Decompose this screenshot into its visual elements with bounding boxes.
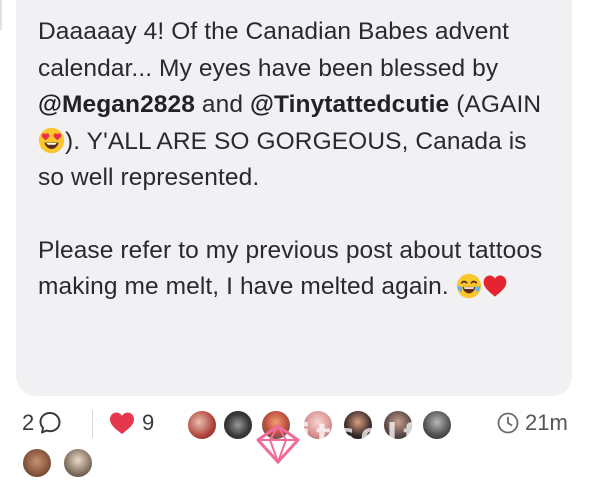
liker-avatar[interactable] (422, 410, 452, 440)
message-text-part: and (194, 91, 250, 118)
like-count: 9 (142, 410, 155, 435)
message-paragraph-1: Daaaaay 4! Of the Canadian Babes advent … (38, 14, 552, 197)
like-button[interactable]: 9 (108, 406, 154, 440)
comment-icon (39, 412, 61, 434)
message-text-part: (AGAIN (449, 91, 542, 118)
liker-avatar[interactable] (187, 410, 217, 440)
footer-divider (92, 410, 93, 438)
message-bubble: Daaaaay 4! Of the Canadian Babes advent … (16, 0, 572, 396)
heart-icon (110, 412, 134, 434)
heart-eyes-emoji (38, 127, 65, 153)
liker-avatar[interactable] (22, 448, 52, 478)
mention-tinytattedcutie[interactable]: @Tinytattedcutie (250, 91, 449, 118)
post-footer: 2 9 itself 21m (0, 404, 600, 494)
watermark-text: itself (300, 418, 423, 453)
message-text: Daaaaay 4! Of the Canadian Babes advent … (38, 14, 552, 306)
liker-avatar[interactable] (63, 448, 93, 478)
clock-icon (497, 412, 519, 434)
reply-count: 2 (22, 410, 35, 435)
message-paragraph-2: Please refer to my previous post about t… (38, 233, 552, 306)
message-text-part: Daaaaay 4! Of the Canadian Babes advent … (38, 18, 510, 82)
joy-emoji (456, 273, 481, 299)
post-timestamp: 21m (496, 406, 568, 440)
message-text-part: ). Y'ALL ARE SO GORGEOUS, Canada is so w… (38, 127, 527, 192)
reply-count-button[interactable]: 2 (22, 406, 63, 440)
time-ago: 21m (525, 410, 568, 435)
thread-line (0, 0, 2, 30)
watermark-logo-icon (256, 423, 300, 465)
mention-megan[interactable]: @Megan2828 (38, 91, 195, 118)
red-heart-emoji (483, 275, 507, 297)
